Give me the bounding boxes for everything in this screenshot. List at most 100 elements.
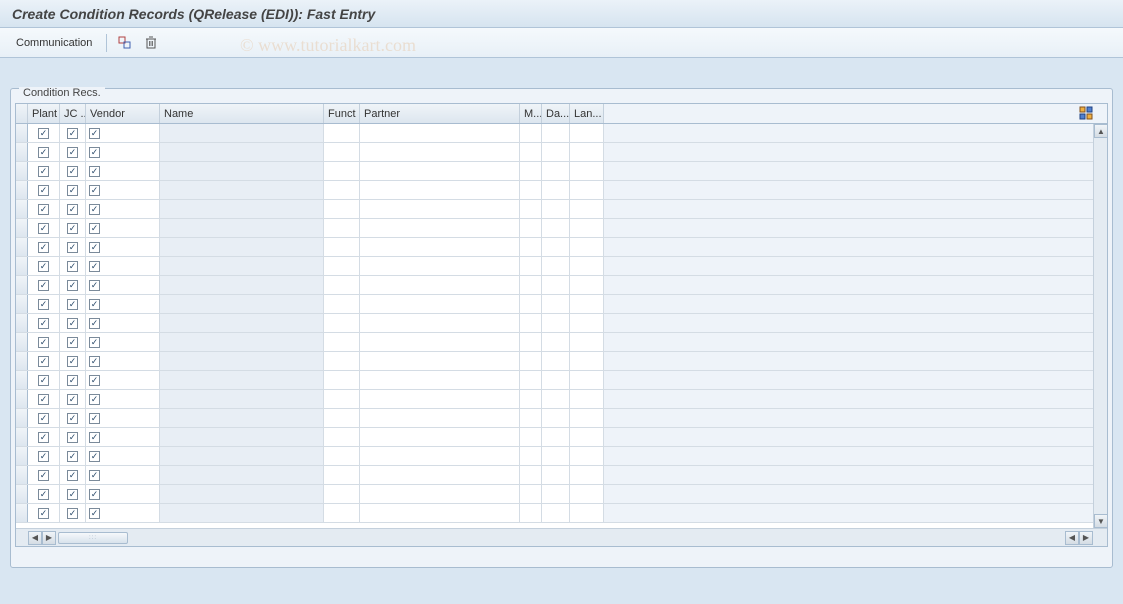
- cell-vendor[interactable]: [86, 219, 160, 237]
- cell-plant[interactable]: [28, 314, 60, 332]
- cell-name[interactable]: [160, 257, 324, 275]
- cell-vendor[interactable]: [86, 257, 160, 275]
- checkbox-vendor[interactable]: [89, 128, 100, 139]
- cell-lan[interactable]: [570, 238, 604, 256]
- cell-funct[interactable]: [324, 466, 360, 484]
- cell-partner[interactable]: [360, 219, 520, 237]
- cell-jc[interactable]: [60, 219, 86, 237]
- cell-plant[interactable]: [28, 276, 60, 294]
- row-selector[interactable]: [16, 257, 28, 275]
- checkbox-jc[interactable]: [67, 413, 78, 424]
- column-jc[interactable]: JC ...: [60, 104, 86, 123]
- cell-lan[interactable]: [570, 219, 604, 237]
- cell-funct[interactable]: [324, 276, 360, 294]
- checkbox-vendor[interactable]: [89, 375, 100, 386]
- cell-funct[interactable]: [324, 181, 360, 199]
- cell-lan[interactable]: [570, 295, 604, 313]
- cell-plant[interactable]: [28, 504, 60, 522]
- cell-lan[interactable]: [570, 143, 604, 161]
- row-selector[interactable]: [16, 390, 28, 408]
- cell-da[interactable]: [542, 295, 570, 313]
- cell-partner[interactable]: [360, 200, 520, 218]
- cell-m[interactable]: [520, 504, 542, 522]
- checkbox-plant[interactable]: [38, 470, 49, 481]
- cell-jc[interactable]: [60, 409, 86, 427]
- cell-da[interactable]: [542, 390, 570, 408]
- column-plant[interactable]: Plant: [28, 104, 60, 123]
- cell-m[interactable]: [520, 409, 542, 427]
- cell-funct[interactable]: [324, 314, 360, 332]
- cell-vendor[interactable]: [86, 200, 160, 218]
- cell-plant[interactable]: [28, 257, 60, 275]
- cell-m[interactable]: [520, 219, 542, 237]
- cell-vendor[interactable]: [86, 409, 160, 427]
- cell-partner[interactable]: [360, 162, 520, 180]
- cell-partner[interactable]: [360, 428, 520, 446]
- cell-partner[interactable]: [360, 504, 520, 522]
- cell-partner[interactable]: [360, 295, 520, 313]
- checkbox-vendor[interactable]: [89, 261, 100, 272]
- cell-m[interactable]: [520, 466, 542, 484]
- cell-vendor[interactable]: [86, 295, 160, 313]
- cell-lan[interactable]: [570, 352, 604, 370]
- cell-jc[interactable]: [60, 276, 86, 294]
- cell-vendor[interactable]: [86, 276, 160, 294]
- delete-icon[interactable]: [141, 33, 161, 53]
- cell-funct[interactable]: [324, 485, 360, 503]
- cell-name[interactable]: [160, 466, 324, 484]
- cell-vendor[interactable]: [86, 428, 160, 446]
- checkbox-vendor[interactable]: [89, 337, 100, 348]
- cell-funct[interactable]: [324, 333, 360, 351]
- cell-jc[interactable]: [60, 200, 86, 218]
- cell-vendor[interactable]: [86, 390, 160, 408]
- checkbox-jc[interactable]: [67, 356, 78, 367]
- cell-name[interactable]: [160, 428, 324, 446]
- checkbox-vendor[interactable]: [89, 166, 100, 177]
- cell-plant[interactable]: [28, 181, 60, 199]
- checkbox-jc[interactable]: [67, 242, 78, 253]
- cell-plant[interactable]: [28, 143, 60, 161]
- checkbox-plant[interactable]: [38, 318, 49, 329]
- checkbox-plant[interactable]: [38, 356, 49, 367]
- column-funct[interactable]: Funct: [324, 104, 360, 123]
- scroll-right-inner-icon[interactable]: ▶: [42, 531, 56, 545]
- cell-m[interactable]: [520, 181, 542, 199]
- cell-jc[interactable]: [60, 504, 86, 522]
- checkbox-vendor[interactable]: [89, 223, 100, 234]
- checkbox-vendor[interactable]: [89, 413, 100, 424]
- scroll-thumb[interactable]: :::: [58, 532, 128, 544]
- cell-m[interactable]: [520, 333, 542, 351]
- cell-da[interactable]: [542, 371, 570, 389]
- checkbox-jc[interactable]: [67, 394, 78, 405]
- row-selector[interactable]: [16, 428, 28, 446]
- checkbox-plant[interactable]: [38, 413, 49, 424]
- cell-plant[interactable]: [28, 371, 60, 389]
- cell-vendor[interactable]: [86, 333, 160, 351]
- cell-name[interactable]: [160, 390, 324, 408]
- cell-da[interactable]: [542, 276, 570, 294]
- cell-jc[interactable]: [60, 428, 86, 446]
- checkbox-jc[interactable]: [67, 318, 78, 329]
- cell-da[interactable]: [542, 162, 570, 180]
- row-selector[interactable]: [16, 333, 28, 351]
- checkbox-jc[interactable]: [67, 489, 78, 500]
- cell-plant[interactable]: [28, 333, 60, 351]
- scroll-right-icon[interactable]: ▶: [1079, 531, 1093, 545]
- row-selector[interactable]: [16, 143, 28, 161]
- scroll-up-icon[interactable]: ▲: [1094, 124, 1108, 138]
- checkbox-jc[interactable]: [67, 223, 78, 234]
- cell-da[interactable]: [542, 181, 570, 199]
- row-selector[interactable]: [16, 238, 28, 256]
- cell-lan[interactable]: [570, 257, 604, 275]
- row-selector[interactable]: [16, 466, 28, 484]
- column-name[interactable]: Name: [160, 104, 324, 123]
- cell-plant[interactable]: [28, 295, 60, 313]
- checkbox-plant[interactable]: [38, 337, 49, 348]
- checkbox-vendor[interactable]: [89, 280, 100, 291]
- checkbox-plant[interactable]: [38, 223, 49, 234]
- cell-lan[interactable]: [570, 124, 604, 142]
- cell-partner[interactable]: [360, 409, 520, 427]
- cell-funct[interactable]: [324, 390, 360, 408]
- cell-m[interactable]: [520, 143, 542, 161]
- cell-name[interactable]: [160, 200, 324, 218]
